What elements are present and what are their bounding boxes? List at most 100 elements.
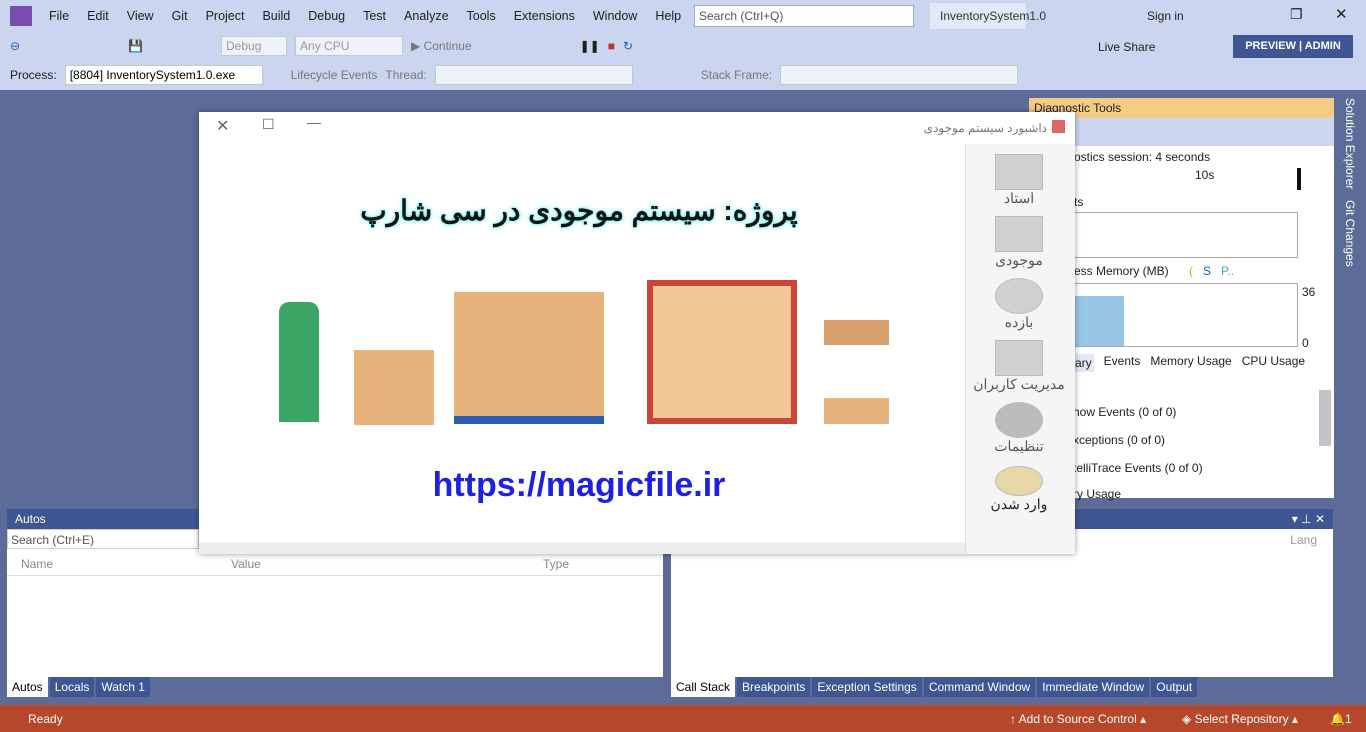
tab-output[interactable]: Output bbox=[1151, 677, 1198, 697]
lifecycle-events-button[interactable]: Lifecycle Events bbox=[291, 68, 378, 82]
standard-toolbar: ⊖ 💾 Debug Any CPU ▶ Continue ❚❚ ■ ↻ bbox=[0, 32, 1366, 60]
mem-max: 36 bbox=[1302, 285, 1316, 299]
app-window: ✕ ☐ — داشبورد سیستم موجودی پروژه: سیستم … bbox=[199, 112, 1075, 554]
intellitrace-row[interactable]: telliTrace Events (0 of 0) bbox=[1073, 461, 1203, 475]
repo-label: Select Repository bbox=[1194, 711, 1289, 726]
nav-teacher[interactable]: استاد bbox=[969, 154, 1069, 207]
tab-autos[interactable]: Autos bbox=[7, 677, 48, 697]
teacher-icon bbox=[995, 154, 1043, 190]
app-url[interactable]: https://magicfile.ir bbox=[359, 466, 799, 505]
exceptions-row[interactable]: xceptions (0 of 0) bbox=[1073, 433, 1165, 447]
status-bar: Ready ↑ Add to Source Control ▴ ◈ Select… bbox=[0, 705, 1366, 732]
stop-icon[interactable]: ■ bbox=[608, 39, 615, 53]
show-events-row[interactable]: how Events (0 of 0) bbox=[1073, 405, 1176, 419]
tab-memory-usage[interactable]: Memory Usage bbox=[1150, 354, 1231, 372]
nav-label: استاد bbox=[1003, 190, 1035, 206]
menu-extensions[interactable]: Extensions bbox=[505, 9, 584, 23]
tab-breakpoints[interactable]: Breakpoints bbox=[737, 677, 811, 697]
col-value[interactable]: Value bbox=[217, 557, 533, 571]
events-label: ts bbox=[1074, 195, 1084, 209]
sign-in-link[interactable]: Sign in bbox=[1147, 9, 1184, 23]
add-source-control-button[interactable]: ↑ Add to Source Control ▴ bbox=[1010, 712, 1146, 726]
git-changes-tab[interactable]: Git Changes bbox=[1343, 200, 1357, 267]
timeline-tick: 10s bbox=[1195, 168, 1215, 182]
menu-build[interactable]: Build bbox=[253, 9, 299, 23]
continue-label: Continue bbox=[423, 39, 472, 53]
minimize-icon[interactable]: — bbox=[307, 114, 321, 130]
source-control-label: Add to Source Control bbox=[1018, 711, 1137, 726]
menu-window[interactable]: Window bbox=[584, 9, 646, 23]
live-share-button[interactable]: Live Share bbox=[1098, 40, 1155, 54]
nav-settings[interactable]: تنظیمات bbox=[969, 402, 1069, 455]
tab-events[interactable]: Events bbox=[1104, 354, 1141, 372]
platform-select[interactable]: Any CPU bbox=[295, 36, 404, 56]
save-icon[interactable]: 💾 bbox=[128, 39, 143, 53]
nav-label: موجودی bbox=[995, 252, 1043, 268]
tab-watch1[interactable]: Watch 1 bbox=[96, 677, 150, 697]
autos-search[interactable]: Search (Ctrl+E) bbox=[7, 529, 199, 549]
process-select[interactable]: [8804] InventorySystem1.0.exe bbox=[64, 65, 263, 85]
nav-returns[interactable]: بازده bbox=[969, 278, 1069, 331]
menu-tools[interactable]: Tools bbox=[458, 9, 505, 23]
restart-icon[interactable]: ↻ bbox=[623, 39, 633, 53]
menu-project[interactable]: Project bbox=[197, 9, 254, 23]
tab-immediate-window[interactable]: Immediate Window bbox=[1037, 677, 1150, 697]
menu-debug[interactable]: Debug bbox=[299, 9, 354, 23]
menu-view[interactable]: View bbox=[118, 9, 163, 23]
scrollbar[interactable] bbox=[1319, 390, 1331, 446]
back-icon[interactable]: ⊖ bbox=[10, 39, 20, 53]
warehouse-illustration bbox=[269, 280, 899, 425]
pause-icon[interactable]: ❚❚ bbox=[580, 39, 600, 53]
timeline-cursor[interactable] bbox=[1297, 168, 1301, 190]
app-title: داشبورد سیستم موجودی bbox=[923, 121, 1047, 135]
nav-login[interactable]: وارد شدن bbox=[969, 466, 1069, 513]
menu-edit[interactable]: Edit bbox=[78, 9, 118, 23]
stack-frame-label: Stack Frame: bbox=[700, 68, 773, 82]
users-icon bbox=[995, 340, 1043, 376]
nav-label: بازده bbox=[1004, 314, 1034, 330]
notif-count: 1 bbox=[1344, 711, 1352, 726]
debug-location-toolbar: Process: [8804] InventorySystem1.0.exe L… bbox=[0, 60, 1366, 90]
legend-private-bytes: P.. bbox=[1221, 264, 1235, 278]
tab-call-stack[interactable]: Call Stack bbox=[671, 677, 736, 697]
thread-select[interactable] bbox=[434, 65, 633, 85]
search-input[interactable]: Search (Ctrl+Q) bbox=[694, 5, 914, 27]
col-name[interactable]: Name bbox=[7, 557, 217, 571]
status-ready: Ready bbox=[28, 711, 63, 726]
close-icon[interactable]: ✕ bbox=[216, 116, 229, 136]
menu-analyze[interactable]: Analyze bbox=[395, 9, 457, 23]
tab-locals[interactable]: Locals bbox=[49, 677, 95, 697]
vs-logo-icon bbox=[10, 6, 32, 26]
memory-usage-row[interactable]: ry Usage bbox=[1073, 487, 1121, 501]
stack-frame-select[interactable] bbox=[780, 65, 1019, 85]
col-type[interactable]: Type bbox=[533, 557, 569, 571]
tab-cpu-usage[interactable]: CPU Usage bbox=[1242, 354, 1305, 372]
col-language[interactable]: Lang bbox=[1290, 533, 1317, 547]
tab-command-window[interactable]: Command Window bbox=[923, 677, 1036, 697]
memory-label: ess Memory (MB) bbox=[1074, 264, 1169, 278]
solution-explorer-tab[interactable]: Solution Explorer bbox=[1343, 98, 1357, 189]
legend-gc: ( bbox=[1189, 264, 1193, 278]
menu-file[interactable]: File bbox=[40, 9, 78, 23]
restore-icon[interactable]: ❐ bbox=[1290, 6, 1303, 23]
tab-summary[interactable]: ary bbox=[1073, 354, 1094, 372]
mem-min: 0 bbox=[1302, 336, 1309, 350]
nav-inventory[interactable]: موجودی bbox=[969, 216, 1069, 269]
nav-user-management[interactable]: مدیریت کاربران bbox=[969, 340, 1069, 393]
tab-exception-settings[interactable]: Exception Settings bbox=[812, 677, 922, 697]
menu-test[interactable]: Test bbox=[354, 9, 395, 23]
menu-git[interactable]: Git bbox=[163, 9, 197, 23]
status-strip bbox=[199, 542, 965, 554]
notifications-icon[interactable]: 🔔1 bbox=[1330, 712, 1352, 726]
menu-help[interactable]: Help bbox=[646, 9, 690, 23]
process-label: Process: bbox=[10, 68, 57, 82]
config-select[interactable]: Debug bbox=[221, 36, 288, 56]
continue-button[interactable]: ▶ Continue bbox=[411, 39, 472, 53]
select-repository-button[interactable]: ◈ Select Repository ▴ bbox=[1182, 712, 1298, 726]
preview-admin-badge[interactable]: PREVIEW | ADMIN bbox=[1233, 35, 1353, 58]
nav-label: تنظیمات bbox=[994, 438, 1044, 454]
app-heading: پروژه: سیستم موجودی در سی شارپ bbox=[360, 195, 798, 226]
maximize-icon[interactable]: ☐ bbox=[262, 116, 275, 133]
close-icon[interactable]: ✕ bbox=[1335, 5, 1348, 23]
returns-icon bbox=[995, 278, 1043, 314]
